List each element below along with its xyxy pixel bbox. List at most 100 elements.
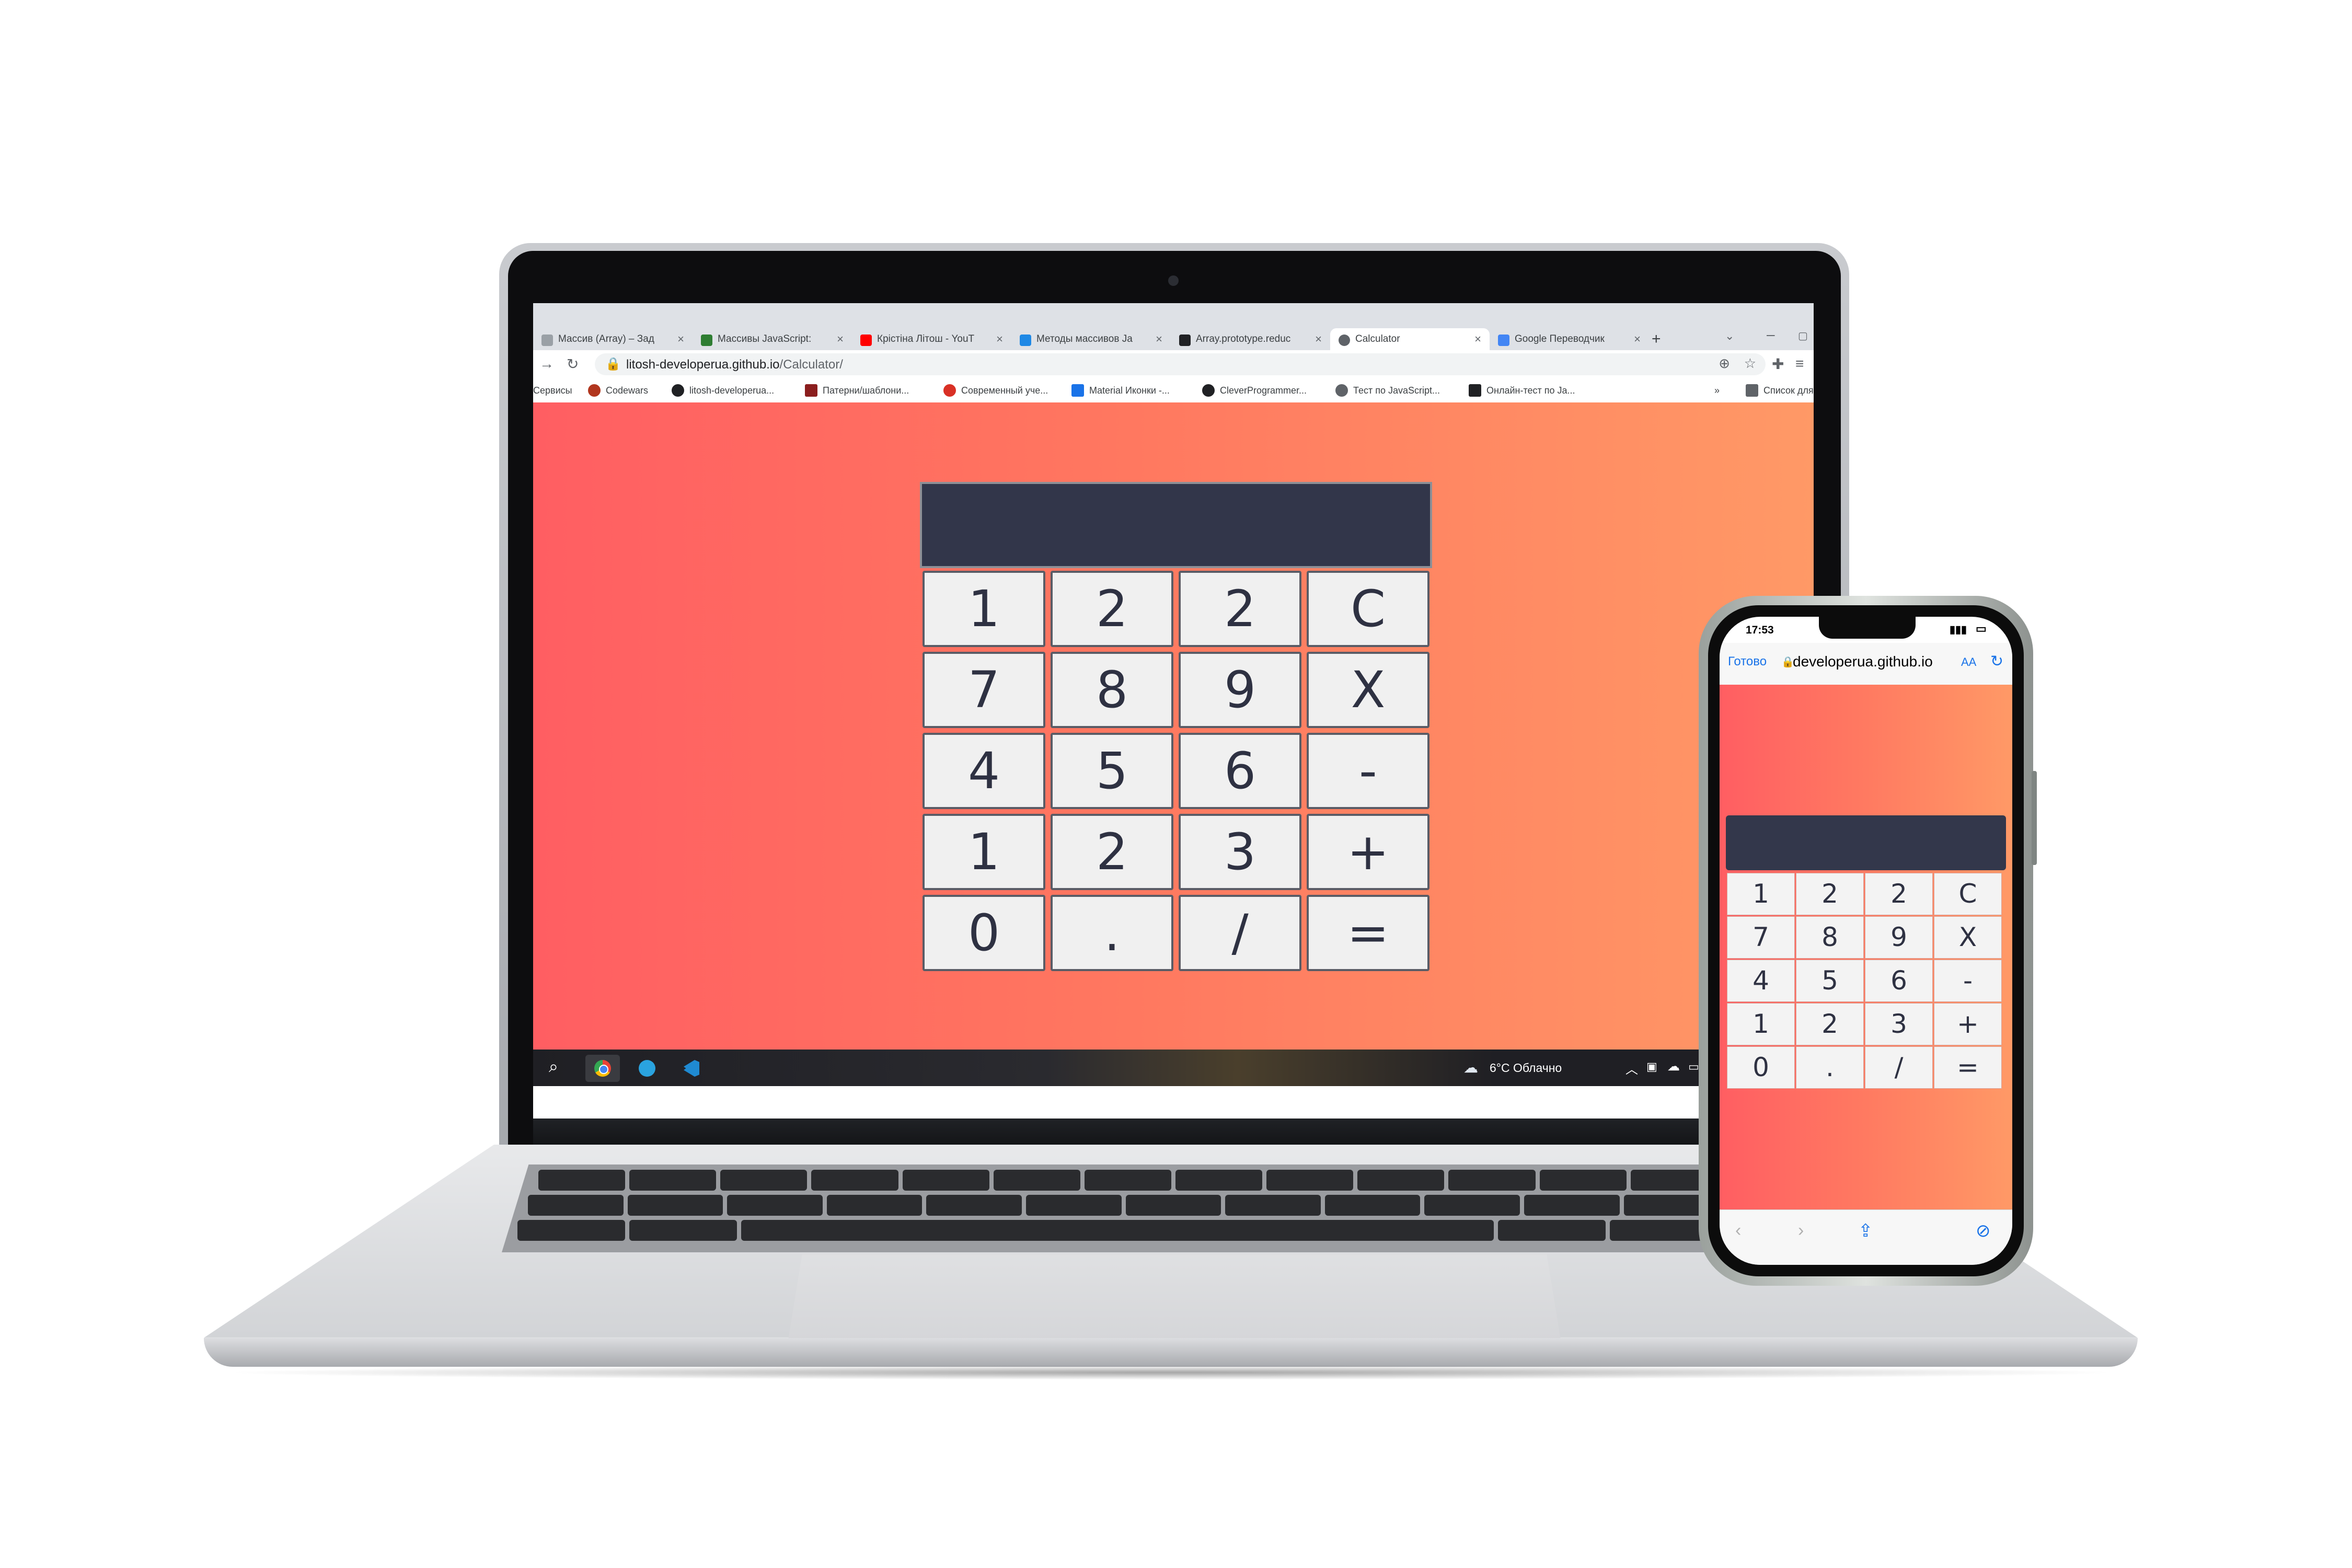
trackpad[interactable] — [787, 1254, 1562, 1350]
bookmark-item[interactable]: Патерни/шаблони... — [805, 384, 909, 397]
new-tab-plus-icon[interactable]: + — [1652, 330, 1661, 348]
key-equals[interactable]: = — [1307, 895, 1429, 971]
key-decimal[interactable]: . — [1796, 1046, 1864, 1089]
tray-chevron-icon[interactable]: ︿ — [1625, 1059, 1638, 1077]
reading-list-icon[interactable]: ≡ — [1795, 355, 1804, 372]
key-1[interactable]: 1 — [923, 571, 1045, 647]
zoom-icon[interactable]: ⊕ — [1719, 355, 1730, 372]
minimize-icon[interactable]: – — [1767, 326, 1775, 343]
bookmark-item[interactable]: Сервисы — [533, 385, 572, 396]
compass-icon[interactable]: ⊘ — [1976, 1220, 1991, 1241]
close-tab-icon[interactable]: × — [1315, 332, 1322, 346]
key-3[interactable]: 3 — [1865, 1003, 1933, 1045]
close-tab-icon[interactable]: × — [1474, 332, 1481, 346]
key-5[interactable]: 5 — [1796, 960, 1864, 1002]
tab-calculator[interactable]: Calculator × — [1330, 328, 1490, 350]
share-icon[interactable]: ⇪ — [1858, 1220, 1873, 1241]
key-3[interactable]: 3 — [1179, 814, 1301, 890]
back-chevron-icon[interactable]: ‹ — [1735, 1220, 1741, 1241]
key-minus[interactable]: - — [1307, 733, 1429, 809]
key-5[interactable]: 5 — [1051, 733, 1173, 809]
close-tab-icon[interactable]: × — [1634, 332, 1641, 346]
reading-list-button[interactable]: Список для чтения — [1746, 384, 1814, 397]
tab-6[interactable]: Google Переводчик × — [1490, 328, 1649, 350]
forward-chevron-icon[interactable]: › — [1798, 1220, 1804, 1241]
key-minus[interactable]: - — [1934, 960, 2002, 1002]
extensions-icon[interactable]: ✚ — [1772, 355, 1784, 373]
url-input[interactable]: 🔒 litosh-developerua.github.io/Calculato… — [595, 353, 1766, 375]
telegram-icon[interactable] — [630, 1055, 664, 1082]
bookmark-item[interactable]: Codewars — [588, 384, 648, 397]
tab-0[interactable]: Массив (Array) – Зад × — [533, 328, 693, 350]
key-8[interactable]: 8 — [1796, 916, 1864, 959]
calculator-display — [920, 482, 1432, 568]
key-clear[interactable]: C — [1307, 571, 1429, 647]
key-plus[interactable]: + — [1934, 1003, 2002, 1045]
battery-icon[interactable]: ▭ — [1688, 1060, 1699, 1074]
restore-icon[interactable]: ▢ — [1798, 329, 1808, 342]
key-decimal[interactable]: . — [1051, 895, 1173, 971]
forward-arrow-icon[interactable]: → — [539, 355, 554, 372]
phone-url[interactable]: developerua.github.io — [1793, 653, 1933, 670]
bookmark-item[interactable]: Material Иконки -... — [1071, 384, 1170, 397]
tab-label: Методы массивов Ja — [1036, 333, 1133, 344]
more-bookmarks-icon[interactable]: » — [1714, 385, 1720, 396]
key-1[interactable]: 1 — [923, 814, 1045, 890]
key-multiply[interactable]: X — [1307, 652, 1429, 728]
key-multiply[interactable]: X — [1934, 916, 2002, 959]
search-icon[interactable]: ⌕ — [549, 1057, 558, 1077]
key-divide[interactable]: / — [1179, 895, 1301, 971]
bookmark-item[interactable]: Тест по JavaScript... — [1335, 384, 1440, 397]
vscode-icon[interactable] — [674, 1055, 709, 1082]
close-tab-icon[interactable]: × — [837, 332, 844, 346]
chrome-icon[interactable] — [585, 1055, 620, 1082]
key-plus[interactable]: + — [1307, 814, 1429, 890]
reload-icon[interactable]: ↻ — [1990, 652, 2003, 671]
weather-text[interactable]: 6°C Облачно — [1490, 1061, 1562, 1075]
key-2[interactable]: 2 — [1179, 571, 1301, 647]
close-tab-icon[interactable]: × — [996, 332, 1003, 346]
onedrive-icon[interactable]: ☁ — [1667, 1059, 1680, 1074]
tab-4[interactable]: Array.prototype.reduc × — [1171, 328, 1330, 350]
key-0[interactable]: 0 — [1727, 1046, 1795, 1089]
laptop-shadow — [220, 1365, 2122, 1380]
star-icon[interactable]: ☆ — [1744, 355, 1756, 372]
key-2[interactable]: 2 — [1796, 873, 1864, 915]
bookmark-item[interactable]: Онлайн-тест по Ja... — [1469, 384, 1575, 397]
done-button[interactable]: Готово — [1728, 654, 1767, 669]
key-7[interactable]: 7 — [1727, 916, 1795, 959]
key-4[interactable]: 4 — [923, 733, 1045, 809]
bookmark-label: Список для чтения — [1763, 385, 1814, 396]
key-6[interactable]: 6 — [1865, 960, 1933, 1002]
bookmark-favicon — [1335, 384, 1348, 397]
tray-device-icon[interactable]: ▣ — [1646, 1060, 1657, 1074]
reload-icon[interactable]: ↻ — [567, 355, 579, 373]
key-2[interactable]: 2 — [1865, 873, 1933, 915]
key-0[interactable]: 0 — [923, 895, 1045, 971]
key-2[interactable]: 2 — [1051, 814, 1173, 890]
key-equals[interactable]: = — [1934, 1046, 2002, 1089]
close-tab-icon[interactable]: × — [1156, 332, 1162, 346]
phone-calculator-page: 1 2 2 C 7 8 9 X 4 5 6 - 1 2 3 + 0 . / = — [1720, 685, 2012, 1209]
key-1[interactable]: 1 — [1727, 1003, 1795, 1045]
key-4[interactable]: 4 — [1727, 960, 1795, 1002]
tab-3[interactable]: Методы массивов Ja × — [1011, 328, 1171, 350]
key-6[interactable]: 6 — [1179, 733, 1301, 809]
key-7[interactable]: 7 — [923, 652, 1045, 728]
key-8[interactable]: 8 — [1051, 652, 1173, 728]
key-2[interactable]: 2 — [1051, 571, 1173, 647]
bookmark-item[interactable]: CleverProgrammer... — [1202, 384, 1307, 397]
text-size-button[interactable]: AA — [1961, 655, 1976, 669]
key-9[interactable]: 9 — [1179, 652, 1301, 728]
tab-1[interactable]: Массивы JavaScript: × — [693, 328, 852, 350]
close-tab-icon[interactable]: × — [677, 332, 684, 346]
key-9[interactable]: 9 — [1865, 916, 1933, 959]
bookmark-item[interactable]: Современный уче... — [943, 384, 1048, 397]
bookmark-item[interactable]: litosh-developerua... — [672, 384, 774, 397]
key-clear[interactable]: C — [1934, 873, 2002, 915]
key-divide[interactable]: / — [1865, 1046, 1933, 1089]
tab-2[interactable]: Крістіна Літош - YouT × — [852, 328, 1011, 350]
chevron-down-icon[interactable]: ⌄ — [1725, 329, 1734, 343]
key-2[interactable]: 2 — [1796, 1003, 1864, 1045]
key-1[interactable]: 1 — [1727, 873, 1795, 915]
